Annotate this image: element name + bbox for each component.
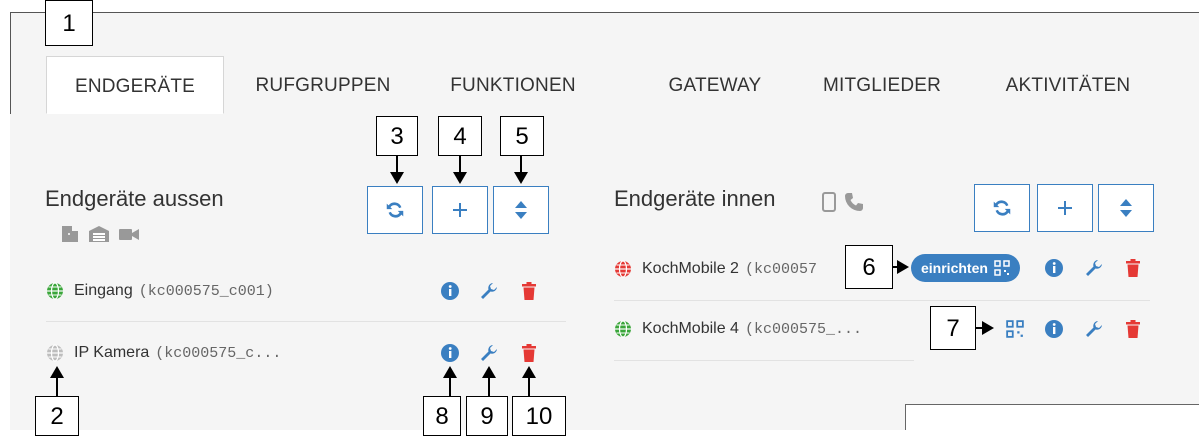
callout-2: 2 [35,396,79,436]
phone-icon [844,192,864,217]
globe-icon [46,282,64,300]
callout-7-arrowhead [982,321,994,335]
overlay-panel [905,404,1199,430]
tab-gateway[interactable]: GATEWAY [640,56,790,114]
info-icon[interactable] [439,280,461,302]
callout-7: 7 [930,306,976,350]
trash-icon[interactable] [1122,318,1144,340]
outside-add-button[interactable] [432,186,488,234]
wrench-icon[interactable] [1083,257,1105,279]
callout-9-arrow [488,376,490,396]
callout-4-arrowhead [453,172,467,184]
callout-8-arrow [449,376,451,396]
device-id: (kc00057 [744,260,817,278]
callout-10-arrowhead [522,366,536,378]
device-name: IP Kamera [74,344,150,361]
list-item-kochmobile-2[interactable]: KochMobile 2 (kc00057 [614,240,944,298]
callout-9: 9 [466,396,508,436]
tab-mitglieder[interactable]: MITGLIEDER [802,56,962,114]
callout-3-arrowhead [390,172,404,184]
refresh-icon [386,202,404,218]
plus-icon [453,203,467,217]
callout-5-arrowhead [514,172,528,184]
door-icon [60,225,80,248]
callout-10: 10 [512,396,566,436]
trash-icon[interactable] [518,342,540,364]
tab-funktionen[interactable]: FUNKTIONEN [428,56,598,114]
callout-8: 8 [423,396,461,436]
tab-rufgruppen[interactable]: RUFGRUPPEN [238,56,408,114]
callout-9-arrowhead [482,366,496,378]
outside-sort-button[interactable] [493,186,549,234]
callout-3: 3 [376,116,418,156]
device-id: (kc000575_c... [155,344,282,362]
camera-icon [118,225,140,248]
tab-aktivitaeten[interactable]: AKTIVITÄTEN [978,56,1158,114]
callout-4: 4 [438,116,482,156]
qr-icon[interactable] [1004,318,1026,340]
device-id: (kc000575_... [744,320,862,338]
divider [46,321,566,322]
sort-icon [1120,199,1132,217]
wrench-icon[interactable] [478,342,500,364]
callout-2-arrowhead [50,366,64,378]
callout-8-arrowhead [443,366,457,378]
inside-title: Endgeräte innen [614,186,776,211]
info-icon[interactable] [1043,318,1065,340]
globe-icon [614,260,632,278]
qr-icon [994,260,1010,276]
list-item-kochmobile-4[interactable]: KochMobile 4 (kc000575_... [614,300,914,358]
tab-endgeraete[interactable]: ENDGERÄTE [46,56,224,114]
setup-button[interactable]: einrichten [911,254,1020,282]
outside-title: Endgeräte aussen [45,186,224,211]
callout-6-arrowhead [897,260,909,274]
setup-label: einrichten [921,260,988,276]
trash-icon[interactable] [1122,257,1144,279]
mobile-icon [822,192,836,217]
callout-5: 5 [500,116,544,156]
tab-bar: ENDGERÄTE RUFGRUPPEN FUNKTIONEN GATEWAY … [10,56,1199,115]
inside-refresh-button[interactable] [974,184,1030,232]
globe-icon [614,320,632,338]
inside-add-button[interactable] [1037,184,1093,232]
callout-2-arrow [56,376,58,396]
device-name: KochMobile 4 [642,320,739,337]
outside-refresh-button[interactable] [367,186,423,234]
globe-icon [46,344,64,362]
wrench-icon[interactable] [1083,318,1105,340]
callout-10-arrow [528,376,530,396]
refresh-icon [993,200,1011,216]
outside-type-icons [60,225,140,248]
sort-icon [515,201,527,219]
inside-sort-button[interactable] [1098,184,1154,232]
callout-1: 1 [45,0,93,46]
trash-icon[interactable] [518,280,540,302]
garage-icon [88,225,110,248]
plus-icon [1058,201,1072,215]
wrench-icon[interactable] [478,280,500,302]
device-name: KochMobile 2 [642,260,739,277]
callout-6: 6 [845,245,893,289]
info-icon[interactable] [439,342,461,364]
device-name: Eingang [74,282,133,299]
device-id: (kc000575_c001) [138,282,274,300]
info-icon[interactable] [1043,257,1065,279]
inside-type-icons [822,192,864,217]
divider [614,360,914,361]
